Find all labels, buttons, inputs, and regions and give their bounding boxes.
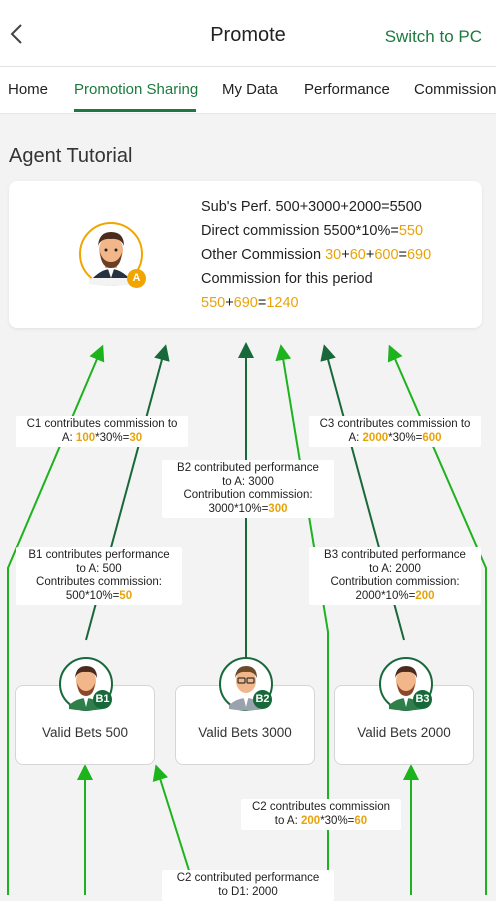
summary-line-3: Other Commission 30+60+600=690 bbox=[201, 247, 432, 263]
avatar-a: A bbox=[79, 222, 146, 288]
summary-line-1: Sub's Perf. 500+3000+2000=5500 bbox=[201, 199, 422, 215]
label-b2-performance: B2 contributed performance to A: 3000 Co… bbox=[162, 460, 334, 518]
label-c2-commission: C2 contributes commission to A: 200*30%=… bbox=[241, 799, 401, 830]
label-c1-commission: C1 contributes commission to A: 100*30%=… bbox=[16, 416, 188, 447]
badge-b1: B1 bbox=[93, 690, 112, 709]
arrow-c2-to-b2 bbox=[152, 764, 193, 881]
badge-b3: B3 bbox=[413, 690, 432, 709]
badge-b2: B2 bbox=[253, 690, 272, 709]
label-c3-commission: C3 contributes commission to A: 2000*30%… bbox=[309, 416, 481, 447]
summary-text: Sub's Perf. 500+3000+2000=5500 Direct co… bbox=[201, 195, 431, 315]
avatar-b2: B2 bbox=[219, 657, 273, 711]
summary-card: A Sub's Perf. 500+3000+2000=5500 Direct … bbox=[9, 181, 482, 328]
label-c2-performance: C2 contributed performance to D1: 2000 bbox=[162, 870, 334, 901]
summary-line-4: Commission for this period bbox=[201, 271, 373, 287]
summary-line-5: 550+690=1240 bbox=[201, 295, 299, 311]
avatar-b1: B1 bbox=[59, 657, 113, 711]
summary-line-2: Direct commission 5500*10%=550 bbox=[201, 223, 424, 239]
badge-a: A bbox=[127, 269, 146, 288]
box-b1-label: Valid Bets 500 bbox=[41, 725, 129, 740]
label-b3-performance: B3 contributed performance to A: 2000 Co… bbox=[309, 547, 481, 605]
label-b1-performance: B1 contributes performance to A: 500 Con… bbox=[16, 547, 182, 605]
box-b2-label: Valid Bets 3000 bbox=[198, 725, 292, 740]
avatar-b3: B3 bbox=[379, 657, 433, 711]
box-b3-label: Valid Bets 2000 bbox=[357, 725, 451, 740]
